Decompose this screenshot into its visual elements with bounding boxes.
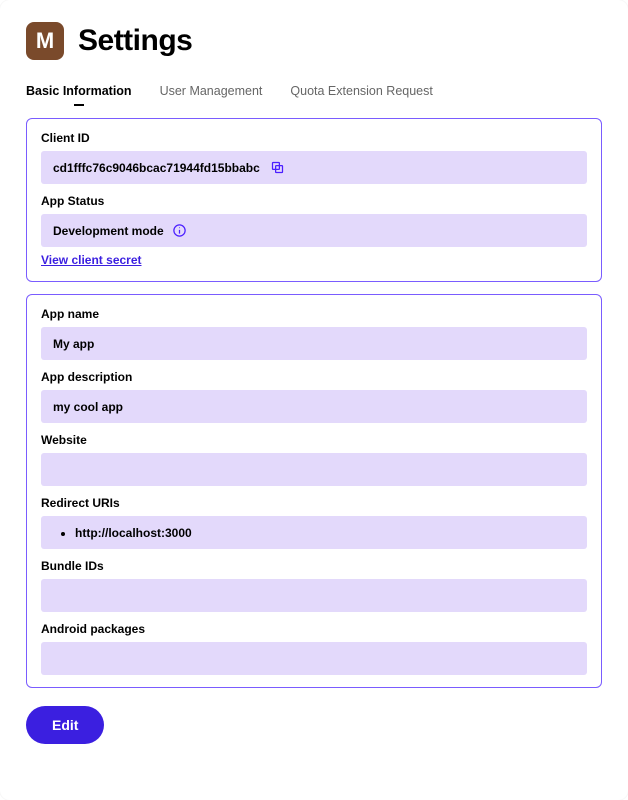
- app-logo-letter: M: [36, 28, 54, 54]
- website-label: Website: [41, 433, 587, 447]
- view-client-secret-link[interactable]: View client secret: [41, 253, 142, 267]
- app-status-value: Development mode: [53, 224, 164, 238]
- bundle-ids-value-box: [41, 579, 587, 612]
- credentials-card: Client ID cd1fffc76c9046bcac71944fd15bba…: [26, 118, 602, 282]
- android-packages-label: Android packages: [41, 622, 587, 636]
- app-status-label: App Status: [41, 194, 587, 208]
- bundle-ids-label: Bundle IDs: [41, 559, 587, 573]
- client-id-value-box: cd1fffc76c9046bcac71944fd15bbabc: [41, 151, 587, 184]
- app-name-value: My app: [53, 337, 94, 351]
- app-logo: M: [26, 22, 64, 60]
- redirect-uri-item: http://localhost:3000: [75, 526, 192, 540]
- copy-icon[interactable]: [270, 160, 285, 175]
- info-icon[interactable]: [172, 223, 187, 238]
- app-desc-value-box: my cool app: [41, 390, 587, 423]
- tab-quota-extension-request[interactable]: Quota Extension Request: [290, 84, 432, 104]
- details-card: App name My app App description my cool …: [26, 294, 602, 688]
- tab-user-management[interactable]: User Management: [160, 84, 263, 104]
- android-packages-value-box: [41, 642, 587, 675]
- redirect-uris-value-box: http://localhost:3000: [41, 516, 587, 549]
- tabs: Basic Information User Management Quota …: [26, 84, 602, 104]
- website-value-box: [41, 453, 587, 486]
- tab-basic-information[interactable]: Basic Information: [26, 84, 132, 104]
- app-name-label: App name: [41, 307, 587, 321]
- page-title: Settings: [78, 24, 192, 58]
- tab-label: User Management: [160, 84, 263, 98]
- tab-label: Quota Extension Request: [290, 84, 432, 98]
- app-desc-value: my cool app: [53, 400, 123, 414]
- edit-button[interactable]: Edit: [26, 706, 104, 744]
- client-id-label: Client ID: [41, 131, 587, 145]
- tab-label: Basic Information: [26, 84, 132, 98]
- app-desc-label: App description: [41, 370, 587, 384]
- app-name-value-box: My app: [41, 327, 587, 360]
- client-id-value: cd1fffc76c9046bcac71944fd15bbabc: [53, 161, 260, 175]
- app-status-value-box: Development mode: [41, 214, 587, 247]
- redirect-uris-label: Redirect URIs: [41, 496, 587, 510]
